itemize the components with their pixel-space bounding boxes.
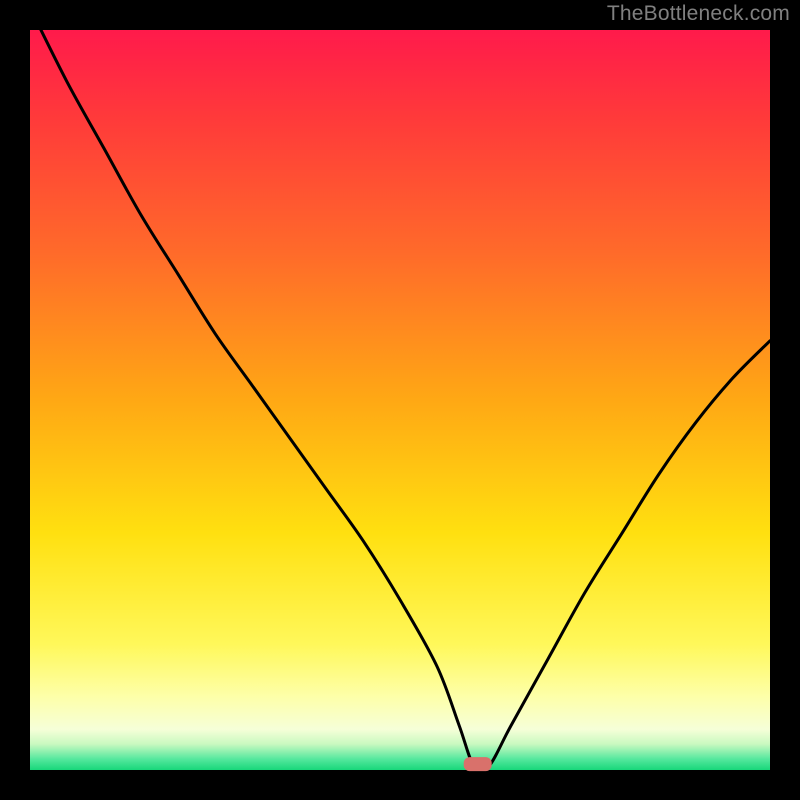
bottleneck-chart: TheBottleneck.com bbox=[0, 0, 800, 800]
optimal-marker bbox=[464, 757, 492, 771]
attribution-text: TheBottleneck.com bbox=[607, 2, 790, 26]
chart-svg bbox=[0, 0, 800, 800]
chart-plot-area bbox=[30, 30, 770, 770]
